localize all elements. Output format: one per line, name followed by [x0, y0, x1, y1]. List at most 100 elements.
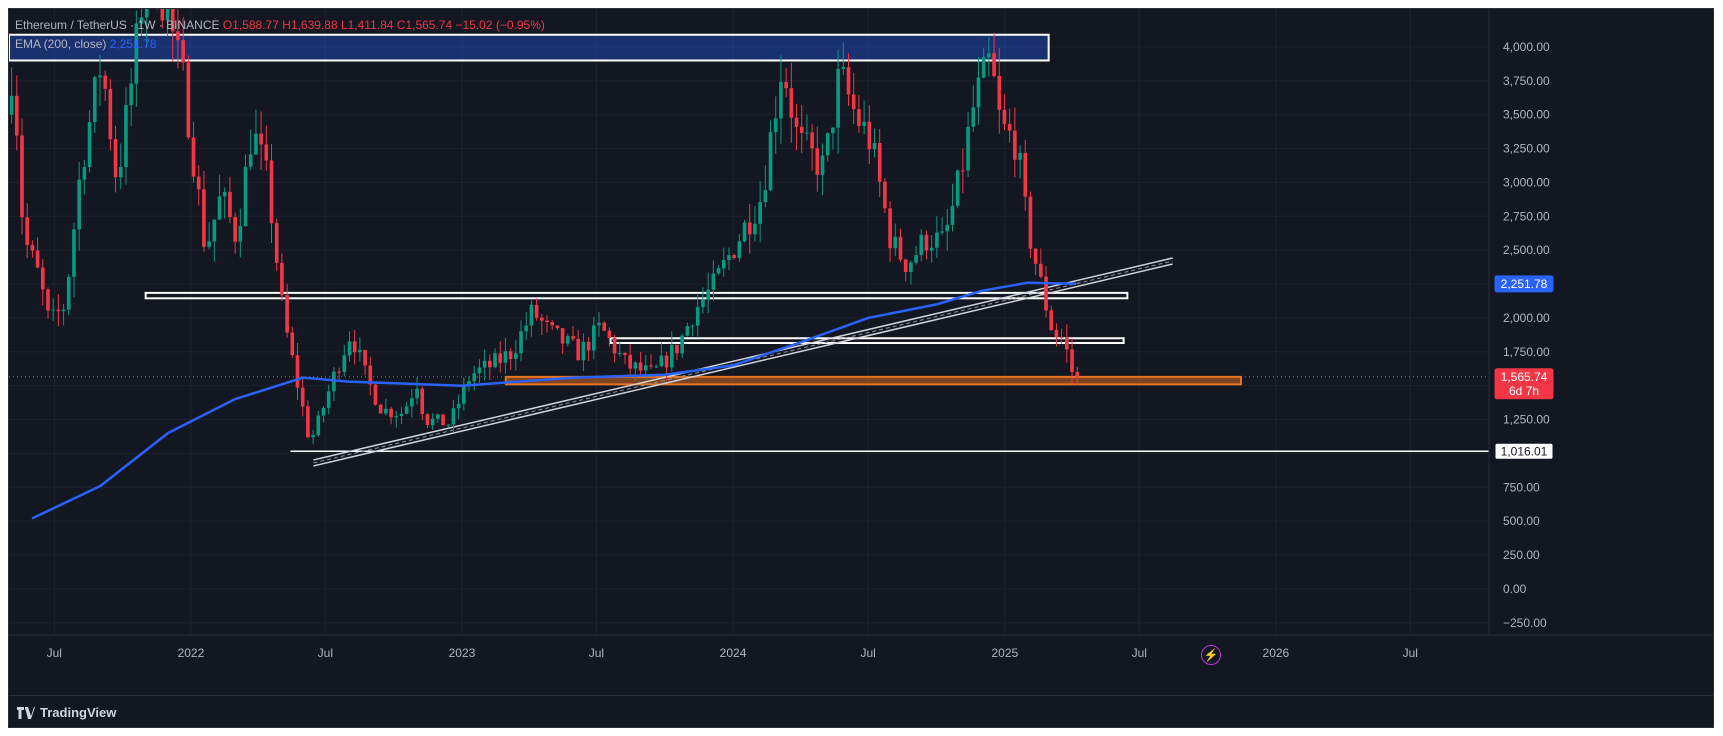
candle-body	[779, 81, 783, 119]
candle-body	[113, 139, 118, 178]
candle-body	[1018, 152, 1022, 160]
candle-body	[628, 354, 633, 369]
candle-body	[836, 68, 840, 128]
candle-body	[987, 53, 991, 58]
candle-body	[815, 148, 820, 175]
candle-body	[176, 31, 180, 41]
candle-body	[98, 75, 102, 78]
y-tick-label: 3,750.00	[1503, 74, 1550, 88]
candle-body	[191, 137, 196, 177]
candle-body	[997, 75, 1002, 110]
x-tick-label: Jul	[589, 646, 604, 660]
candle-body	[893, 236, 898, 249]
candle-body	[503, 351, 508, 363]
candle-body	[389, 408, 393, 418]
y-tick-label: 3,500.00	[1503, 108, 1550, 122]
candle-body	[66, 276, 71, 310]
candle-body	[591, 325, 596, 351]
candle-body	[233, 217, 237, 242]
candle-body	[1070, 349, 1074, 373]
candle-body	[675, 344, 679, 354]
y-tick-label: 2,750.00	[1503, 209, 1550, 223]
candle-body	[638, 362, 643, 371]
candle-body	[358, 349, 362, 353]
candle-body	[347, 341, 352, 356]
candle-body	[462, 385, 466, 404]
tradingview-logo[interactable]: TradingView	[17, 705, 116, 720]
candle-body	[384, 408, 388, 414]
price-chart[interactable]: 4,000.00 3,750.00 3,500.00 3,250.00 3,000.00…	[9, 9, 1714, 728]
candle-body	[493, 353, 497, 368]
candle-body	[51, 309, 56, 311]
candle-body	[280, 262, 284, 296]
candle-body	[877, 143, 882, 182]
candle-body	[617, 352, 622, 354]
y-tick-label: 3,250.00	[1503, 142, 1550, 156]
candle-body	[737, 241, 742, 258]
symbol-title: Ethereum / TetherUS · 1W · BINANCE	[15, 18, 220, 32]
ema-legend[interactable]: EMA (200, close) 2,251.78	[15, 37, 156, 51]
candle-body	[508, 351, 513, 360]
symbol-legend[interactable]: Ethereum / TetherUS · 1W · BINANCE O1,58…	[15, 18, 545, 32]
candle-body	[87, 122, 92, 167]
candle-body	[768, 132, 773, 191]
ema-price-tag: 2,251.78	[1501, 277, 1548, 291]
candle-body	[659, 355, 664, 367]
candle-body	[420, 388, 425, 415]
level-box	[9, 33, 1050, 62]
candle-body	[472, 373, 477, 382]
candle-body	[695, 307, 700, 326]
candle-body	[550, 322, 555, 326]
candle-body	[784, 81, 788, 89]
candle-body	[857, 109, 861, 127]
candle-body	[1033, 248, 1038, 264]
candle-body	[581, 341, 586, 361]
candle-body	[436, 414, 440, 419]
candle-body	[758, 202, 762, 224]
candle-body	[981, 57, 986, 78]
candle-body	[524, 325, 529, 332]
candle-body	[1059, 336, 1064, 338]
candle-body	[716, 268, 721, 274]
candle-body	[633, 362, 638, 369]
candle-body	[789, 88, 794, 118]
candle-body	[571, 336, 575, 339]
candle-body	[30, 244, 35, 251]
candle-body	[643, 365, 648, 371]
x-tick-label: 2022	[178, 646, 205, 660]
candle-body	[410, 398, 414, 407]
candle-body	[539, 317, 544, 321]
candle-body	[820, 155, 825, 175]
candle-body	[129, 83, 133, 106]
candle-body	[555, 325, 560, 329]
candle-body	[446, 424, 451, 426]
candle-body	[529, 304, 534, 326]
candle-body	[25, 217, 30, 245]
candle-body	[597, 322, 601, 326]
candle-body	[477, 367, 482, 374]
candle-body	[415, 388, 419, 399]
candle-body	[14, 95, 19, 136]
candle-body	[888, 208, 892, 249]
y-tick-label: −250.00	[1503, 616, 1547, 630]
candle-body	[217, 196, 222, 220]
y-tick-label: 4,000.00	[1503, 40, 1550, 54]
levels-layer	[9, 33, 1489, 453]
candle-body	[451, 408, 456, 425]
price-tags: 2,251.78 1,565.746d 7h 1,016.01	[1494, 275, 1554, 460]
price-axis: 4,000.00 3,750.00 3,500.00 3,250.00 3,000.00…	[1488, 9, 1550, 635]
x-tick-label: 2024	[720, 646, 747, 660]
candle-body	[238, 226, 243, 242]
candle-body	[721, 260, 726, 269]
candle-body	[992, 53, 996, 76]
candle-body	[77, 179, 81, 230]
candle-body	[363, 349, 367, 366]
lightning-icon[interactable]: ⚡	[1201, 645, 1221, 665]
candle-body	[623, 352, 627, 355]
candle-body	[40, 267, 45, 290]
candle-body	[186, 62, 191, 138]
candle-body	[1044, 276, 1048, 311]
candle-body	[259, 133, 263, 145]
candle-body	[430, 418, 435, 426]
candle-body	[46, 289, 50, 311]
